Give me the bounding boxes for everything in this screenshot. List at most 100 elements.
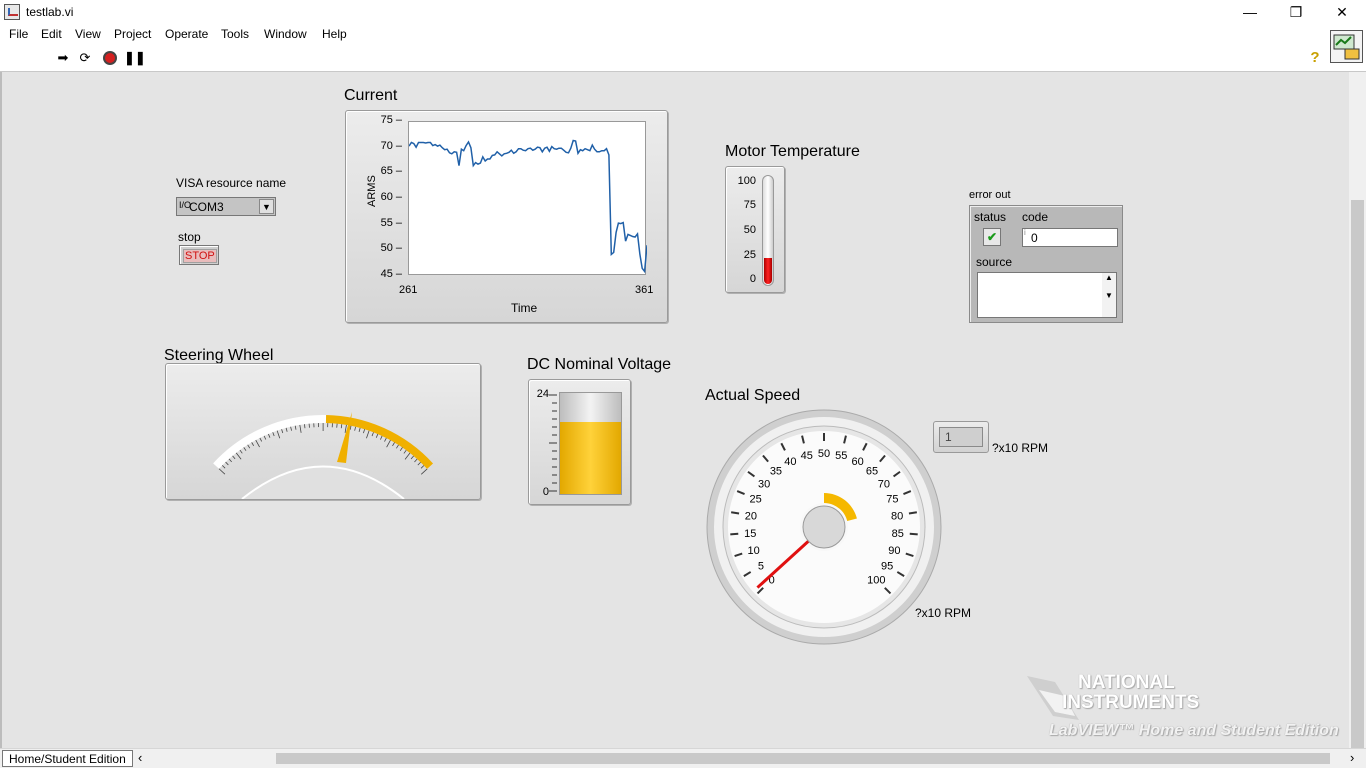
steering-tick: [380, 435, 383, 440]
steering-tick: [268, 433, 271, 438]
speed-units-label: ?x10 RPM: [915, 606, 972, 620]
dropdown-arrow-icon[interactable]: ▼: [259, 199, 274, 214]
voltage-tank-body: [559, 392, 622, 495]
abort-execution-icon[interactable]: [102, 50, 118, 66]
current-series-line: [408, 139, 648, 274]
steering-tick: [358, 427, 361, 432]
scroll-right-arrow-icon[interactable]: ›: [1350, 750, 1354, 765]
dc-voltage-title: DC Nominal Voltage: [527, 356, 672, 373]
steering-tick: [349, 425, 352, 430]
error-source-field[interactable]: ▲ ▼: [977, 272, 1117, 318]
menu-bar: File Edit View Project Operate Tools Win…: [0, 24, 1366, 44]
minimize-button[interactable]: —: [1227, 0, 1273, 24]
run-continuously-icon[interactable]: ⟳: [77, 50, 93, 66]
speed-tick: [909, 532, 918, 536]
voltage-scale: [549, 394, 557, 492]
steering-tick: [354, 426, 356, 431]
menu-operate[interactable]: Operate: [165, 27, 208, 41]
close-button[interactable]: ✕: [1319, 0, 1365, 24]
steering-tick: [290, 426, 292, 431]
steering-tick: [243, 447, 247, 451]
vertical-scroll-thumb[interactable]: [1351, 200, 1364, 750]
steering-tick: [235, 452, 242, 460]
visa-resource-value: COM3: [189, 200, 224, 214]
speed-tick-label-75: 75: [886, 494, 898, 506]
y-tick-60: 60 –: [380, 191, 402, 203]
context-help-icon[interactable]: ?: [1307, 50, 1323, 66]
thermometer-tube: [762, 175, 774, 286]
steering-tick: [247, 444, 251, 449]
stop-button[interactable]: STOP: [179, 245, 219, 265]
steering-tick: [375, 433, 379, 438]
steering-tick: [386, 439, 391, 448]
temp-tick-100: 100: [737, 175, 756, 187]
speed-tick-label-80: 80: [891, 510, 903, 522]
source-scrollbar[interactable]: ▲ ▼: [1102, 273, 1116, 317]
motor-temperature-title: Motor Temperature: [725, 143, 860, 160]
menu-project[interactable]: Project: [114, 27, 151, 41]
pause-icon[interactable]: ❚❚: [124, 50, 146, 66]
error-code-label: code: [1022, 210, 1049, 224]
steering-tick: [371, 432, 374, 437]
x-axis-label: Time: [511, 301, 538, 315]
toolbar: ➡ ⟳ ❚❚ ?: [0, 30, 1366, 72]
visa-resource-control[interactable]: I/O COM3 ▼: [176, 197, 276, 216]
menu-tools[interactable]: Tools: [221, 27, 249, 41]
horizontal-scroll-thumb[interactable]: [276, 753, 1330, 764]
steering-tick: [340, 424, 343, 429]
menu-help[interactable]: Help: [322, 27, 347, 41]
i32-icon: i: [1024, 228, 1026, 237]
error-source-label: source: [976, 255, 1013, 269]
error-code-field[interactable]: i 0: [1022, 228, 1118, 247]
steering-tick: [228, 458, 232, 463]
temp-tick-25: 25: [743, 249, 756, 261]
ni-logo-line1: NATIONAL: [1078, 672, 1175, 693]
steering-tick: [420, 465, 425, 469]
steering-tick: [251, 442, 255, 447]
error-status-label: status: [974, 210, 1007, 224]
speed-tick: [908, 511, 917, 515]
error-code-value: 0: [1031, 231, 1038, 245]
steering-tick: [221, 465, 226, 469]
labview-app-icon: [4, 4, 20, 20]
speed-tick-label-85: 85: [892, 528, 904, 540]
edition-status-label: Home/Student Edition: [2, 750, 133, 767]
visa-resource-label: VISA resource name: [176, 176, 287, 190]
menu-window[interactable]: Window: [264, 27, 307, 41]
steering-tick: [399, 447, 403, 452]
steering-wheel-gauge: [165, 363, 481, 500]
thermometer-level: [764, 258, 772, 284]
vi-icon[interactable]: [1330, 30, 1363, 63]
voltage-level: [560, 422, 621, 494]
current-plot-area: [408, 121, 648, 275]
steering-tick: [414, 458, 418, 463]
steering-tick: [299, 424, 302, 433]
actual-speed-title: Actual Speed: [705, 387, 801, 404]
run-arrow-icon[interactable]: ➡: [55, 50, 71, 66]
horizontal-scrollbar[interactable]: Home/Student Edition ‹ ›: [0, 748, 1366, 768]
speed-tick-label-95: 95: [881, 561, 893, 573]
steering-tick: [396, 444, 399, 449]
steering-tick: [304, 424, 306, 429]
speed-digital-frame: 1: [933, 421, 989, 453]
vertical-scrollbar[interactable]: [1349, 72, 1366, 750]
speed-tick-label-40: 40: [784, 456, 796, 468]
steering-tick: [263, 435, 267, 440]
menu-file[interactable]: File: [9, 27, 28, 41]
menu-view[interactable]: View: [75, 27, 101, 41]
status-check-icon[interactable]: ✔: [983, 228, 1001, 246]
steering-tick: [255, 439, 260, 448]
x-tick-end: 361: [635, 284, 654, 296]
menu-edit[interactable]: Edit: [41, 27, 62, 41]
steering-tick: [410, 455, 414, 460]
maximize-button[interactable]: ❐: [1273, 0, 1319, 24]
steering-tick: [417, 461, 421, 466]
steering-tick: [363, 429, 365, 434]
scroll-left-arrow-icon[interactable]: ‹: [138, 750, 142, 765]
steering-tick: [259, 437, 263, 442]
labview-edition-watermark: LabVIEW™ Home and Student Edition: [1049, 722, 1339, 739]
y-tick-70: 70 –: [380, 139, 402, 152]
y-tick-75: 75 –: [380, 114, 402, 126]
y-tick-55: 55 –: [380, 216, 402, 229]
speed-tick: [730, 532, 739, 536]
